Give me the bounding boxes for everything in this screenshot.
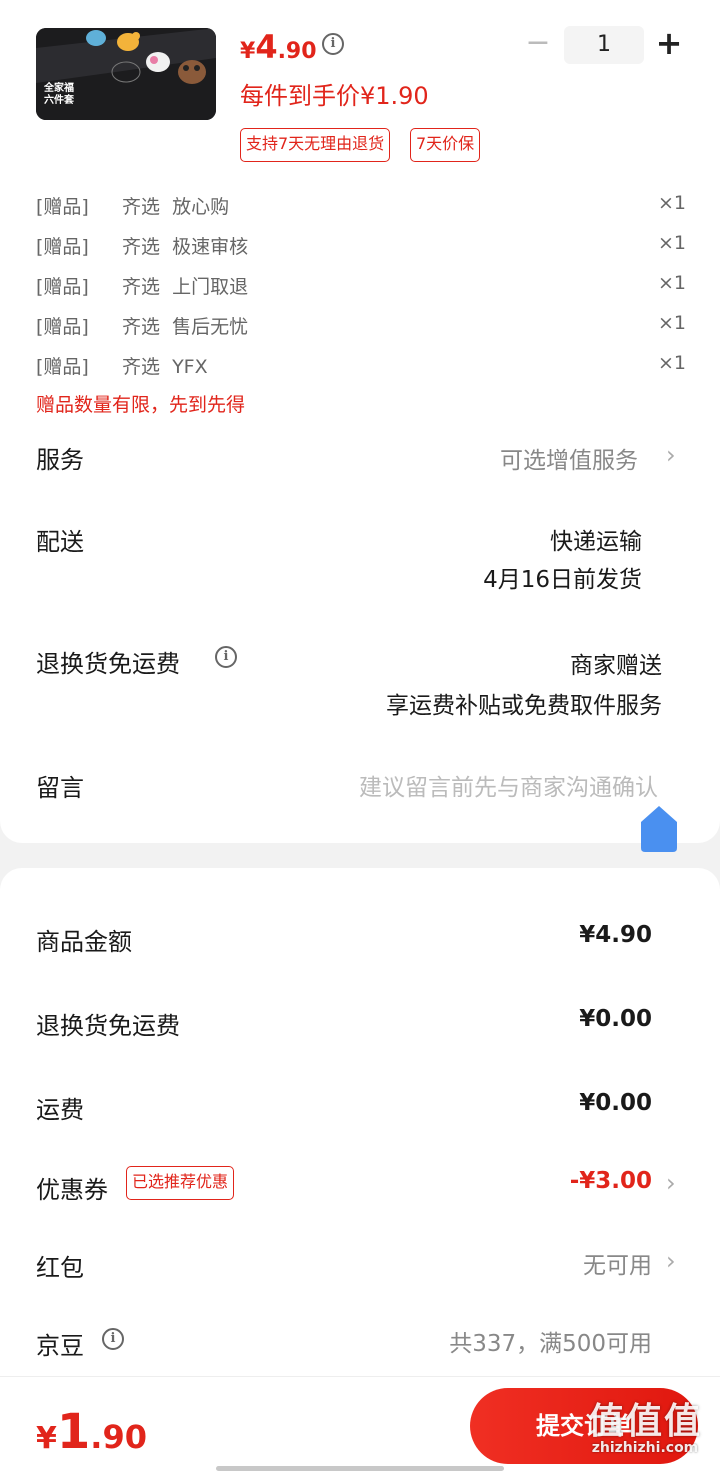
return-shipping-detail: 享运费补贴或免费取件服务 <box>386 693 662 719</box>
chevron-right-icon[interactable]: › <box>666 1169 676 1197</box>
service-label: 服务 <box>36 446 84 474</box>
gift-name: 齐选 极速审核 <box>122 236 249 258</box>
gift-row: [赠品] 齐选 YFX ×1 <box>36 352 686 382</box>
delivery-date[interactable]: 4月16日前发货 <box>483 560 642 594</box>
after-price-label: 每件到手价¥1.90 <box>240 82 429 110</box>
product-image-caption: 全家福 六件套 <box>44 83 74 106</box>
jingdou-label: 京豆 <box>36 1332 84 1360</box>
gift-name: 齐选 放心购 <box>122 196 230 218</box>
coupon-recommend-tag: 已选推荐优惠 <box>126 1166 235 1200</box>
return-fee-label: 退换货免运费 <box>36 1012 180 1040</box>
gift-name: 齐选 售后无忧 <box>122 316 249 338</box>
return-fee-value: ¥0.00 <box>579 1006 652 1032</box>
jingdou-info-icon[interactable]: i <box>102 1328 124 1350</box>
gift-tag: [赠品] <box>36 236 89 258</box>
gift-row: [赠品] 齐选 极速审核 ×1 <box>36 232 686 262</box>
gift-qty: ×1 <box>657 232 686 254</box>
return-shipping-value: 商家赠送 <box>570 653 662 679</box>
quantity-decrease-button[interactable]: − <box>524 28 552 60</box>
red-packet-value[interactable]: 无可用 <box>583 1246 652 1280</box>
price-info-icon[interactable]: i <box>322 33 344 55</box>
quantity-increase-button[interactable]: + <box>654 27 684 60</box>
gift-qty: ×1 <box>657 312 686 334</box>
price-protect-tag: 7天价保 <box>410 128 481 162</box>
gift-tag: [赠品] <box>36 196 89 218</box>
return-policy-tag: 支持7天无理由退货 <box>240 128 391 162</box>
message-input[interactable]: 建议留言前先与商家沟通确认 <box>359 768 658 802</box>
gift-limit-note: 赠品数量有限，先到先得 <box>36 394 246 416</box>
goods-amount-value: ¥4.90 <box>579 922 652 948</box>
gift-qty: ×1 <box>657 352 686 374</box>
jingdou-value: 共337，满500可用 <box>449 1331 652 1357</box>
gift-tag: [赠品] <box>36 276 89 298</box>
site-watermark: 值值值 zhizhizhi.com <box>587 1401 702 1456</box>
shipping-value: ¥0.00 <box>579 1090 652 1116</box>
gift-qty: ×1 <box>657 272 686 294</box>
product-thumbnail[interactable]: 全家福 六件套 <box>36 28 216 120</box>
chevron-right-icon[interactable]: › <box>666 441 676 469</box>
unit-price: ¥4.90 <box>240 28 317 66</box>
chevron-right-icon[interactable]: › <box>666 1247 676 1275</box>
message-label: 留言 <box>36 774 84 802</box>
gift-row: [赠品] 齐选 上门取退 ×1 <box>36 272 686 302</box>
shipping-label: 运费 <box>36 1096 84 1124</box>
gift-row: [赠品] 齐选 售后无忧 ×1 <box>36 312 686 342</box>
coupon-label: 优惠券 <box>36 1176 108 1204</box>
gift-tag: [赠品] <box>36 356 89 378</box>
total-price: ¥1.90 <box>36 1404 147 1460</box>
coupon-value[interactable]: -¥3.00 <box>570 1168 652 1194</box>
delivery-label: 配送 <box>36 528 84 556</box>
service-value[interactable]: 可选增值服务 <box>500 441 638 475</box>
gift-qty: ×1 <box>657 192 686 214</box>
quantity-input[interactable]: 1 <box>564 26 644 64</box>
gift-name: 齐选 上门取退 <box>122 276 249 298</box>
gift-row: [赠品] 齐选 放心购 ×1 <box>36 192 686 222</box>
home-indicator[interactable] <box>216 1466 504 1471</box>
goods-amount-label: 商品金额 <box>36 928 132 956</box>
delivery-method[interactable]: 快递运输 <box>550 522 642 556</box>
return-shipping-info-icon[interactable]: i <box>215 646 237 668</box>
return-shipping-label: 退换货免运费 <box>36 650 180 678</box>
gift-tag: [赠品] <box>36 316 89 338</box>
gift-name: 齐选 YFX <box>122 356 208 378</box>
scroll-top-icon[interactable] <box>641 806 677 852</box>
red-packet-label: 红包 <box>36 1254 84 1282</box>
